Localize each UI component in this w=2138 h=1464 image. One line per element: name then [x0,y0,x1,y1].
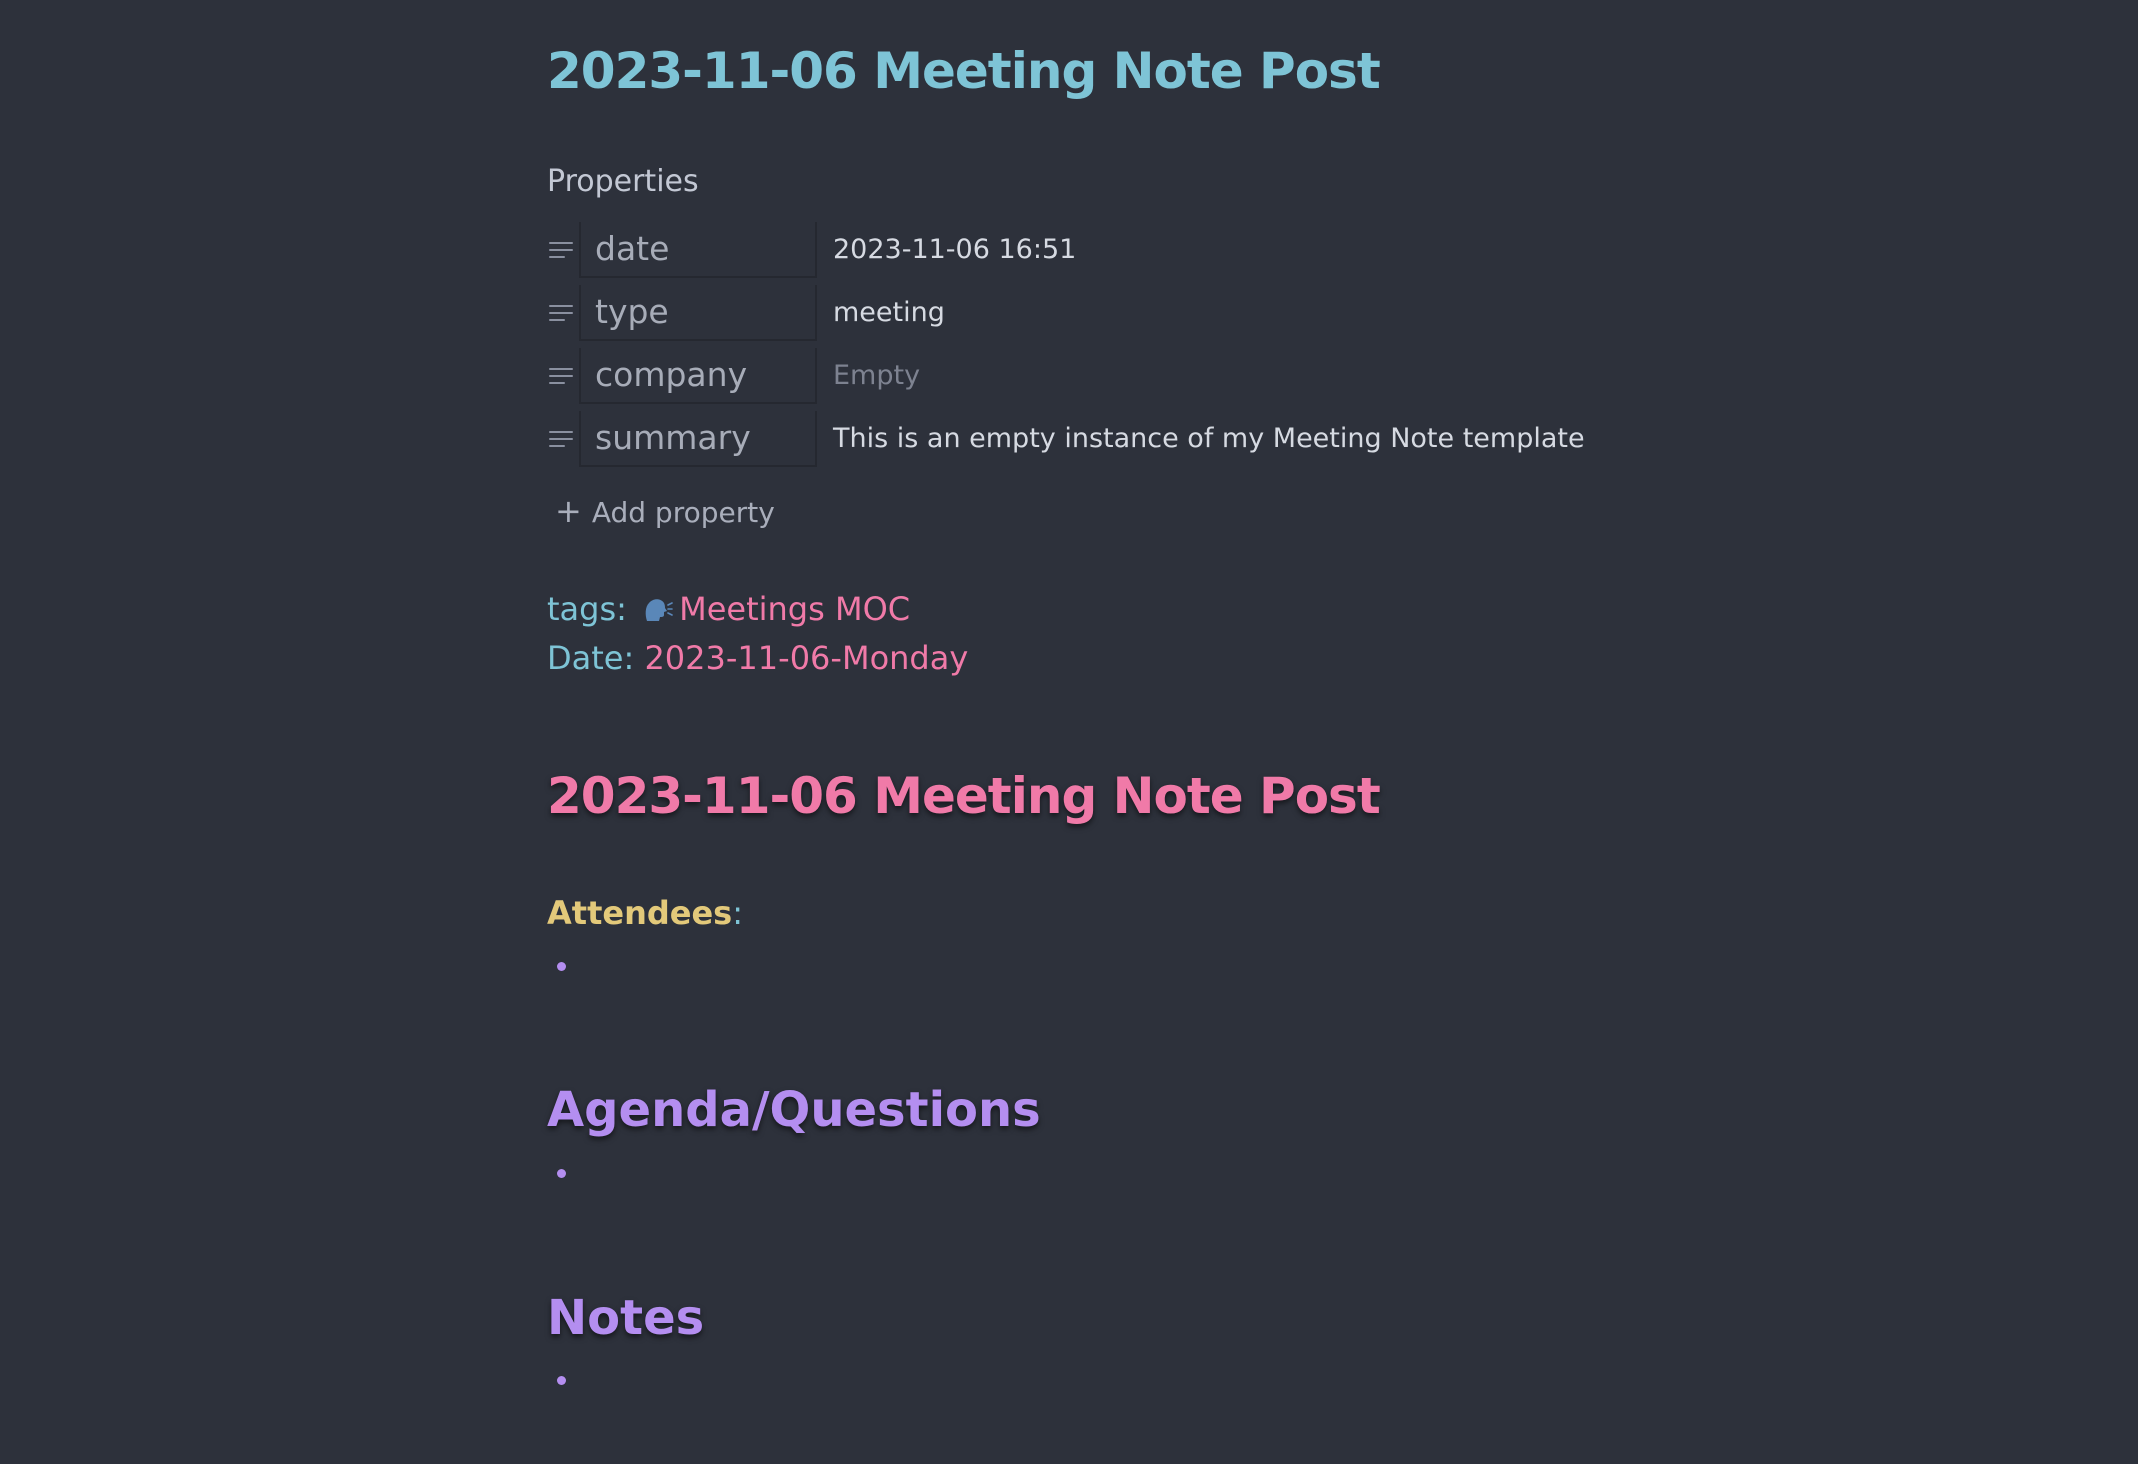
note-title[interactable]: 2023-11-06 Meeting Note Post [547,42,1381,100]
add-property-label: Add property [591,496,775,529]
properties-heading[interactable]: Properties [547,164,699,199]
property-row-date: date 2023-11-06 16:51 [547,222,1647,280]
notes-bullet[interactable] [557,1376,566,1385]
tags-label: tags: [547,590,627,628]
attendees-bullet[interactable] [557,962,566,971]
text-property-icon[interactable] [547,368,575,388]
tags-line: tags: Meetings MOC [547,590,910,628]
plus-icon: + [555,492,582,530]
property-value[interactable]: meeting [833,285,945,341]
body-heading[interactable]: 2023-11-06 Meeting Note Post [547,767,1381,825]
tags-link[interactable]: Meetings MOC [679,590,910,628]
property-key[interactable]: summary [579,411,817,467]
agenda-heading[interactable]: Agenda/Questions [547,1082,1041,1138]
property-row-summary: summary This is an empty instance of my … [547,411,1647,469]
attendees-line[interactable]: Attendees: [547,894,743,932]
property-key[interactable]: type [579,285,817,341]
note-page: 2023-11-06 Meeting Note Post Properties … [0,0,2138,1464]
property-value[interactable]: This is an empty instance of my Meeting … [833,411,1585,467]
date-label: Date: [547,639,635,677]
text-property-icon[interactable] [547,305,575,325]
property-row-type: type meeting [547,285,1647,343]
property-key[interactable]: date [579,222,817,278]
text-property-icon[interactable] [547,431,575,451]
agenda-bullet[interactable] [557,1169,566,1178]
attendees-colon: : [732,894,743,932]
date-link[interactable]: 2023-11-06-Monday [644,639,968,677]
date-line: Date: 2023-11-06-Monday [547,639,968,677]
text-property-icon[interactable] [547,242,575,262]
attendees-label: Attendees [547,894,733,932]
notes-heading[interactable]: Notes [547,1290,704,1346]
property-value[interactable]: 2023-11-06 16:51 [833,222,1076,278]
property-value-empty[interactable]: Empty [833,348,920,404]
speaking-head-icon [645,599,673,621]
add-property-button[interactable]: + Add property [555,490,775,534]
property-row-company: company Empty [547,348,1647,406]
property-key[interactable]: company [579,348,817,404]
